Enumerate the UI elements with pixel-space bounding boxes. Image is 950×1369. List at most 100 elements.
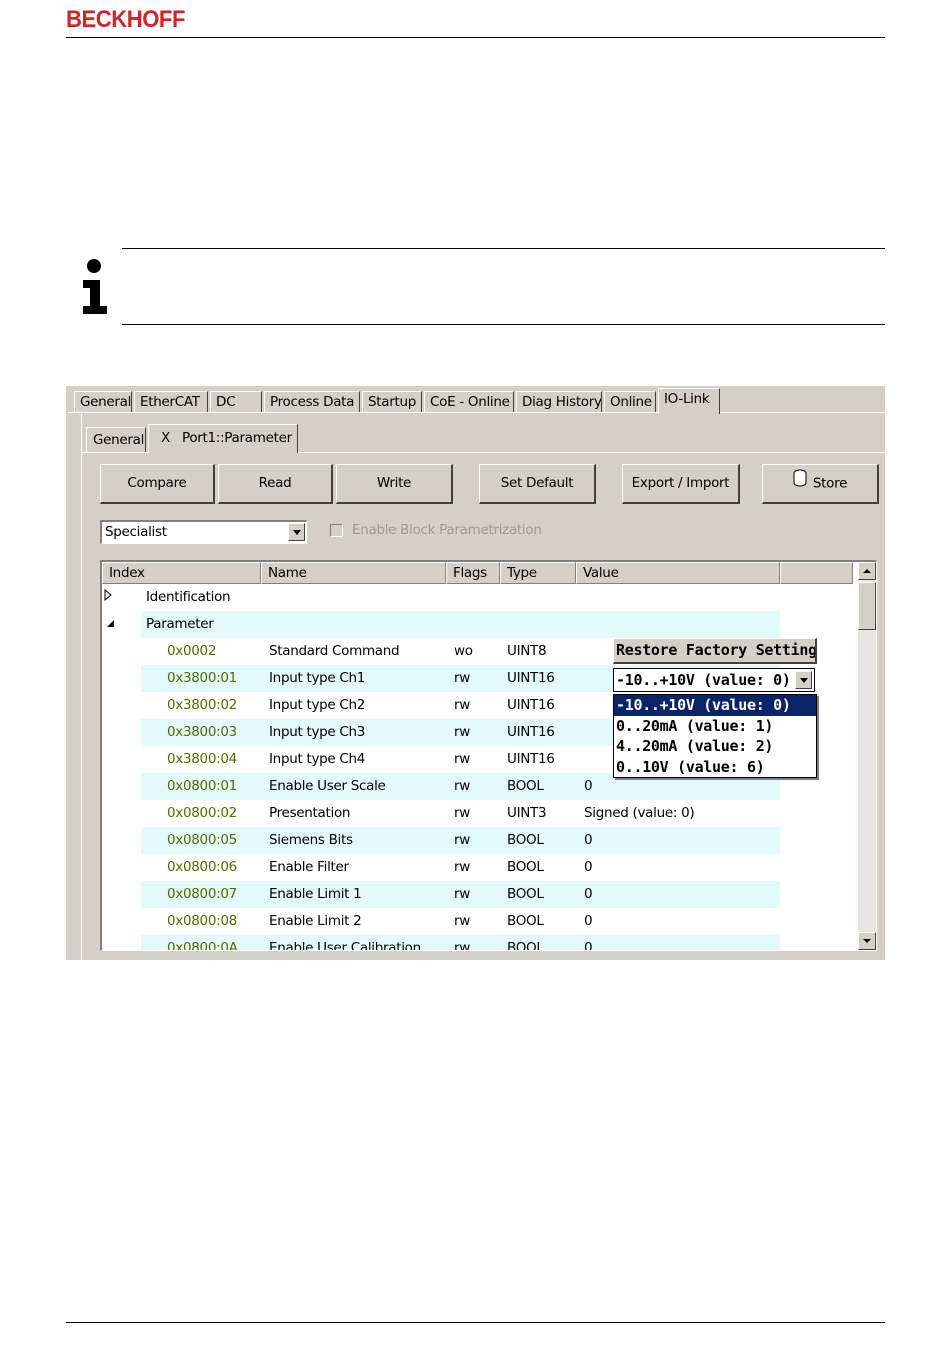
row-type: BOOL xyxy=(507,859,544,875)
footer-rule xyxy=(66,1322,885,1323)
row-value[interactable]: Signed (value: 0) xyxy=(584,800,694,827)
row-name: Enable Limit 2 xyxy=(269,913,362,929)
row-index: 0x3800:02 xyxy=(167,697,237,713)
row-flags: rw xyxy=(454,805,470,821)
scroll-thumb[interactable] xyxy=(858,582,876,630)
database-icon xyxy=(793,465,807,502)
tab-coe-online[interactable]: CoE - Online xyxy=(424,391,514,413)
row-index: 0x3800:01 xyxy=(167,670,237,686)
tab-io-link[interactable]: IO-Link xyxy=(658,388,720,414)
row-type: UINT16 xyxy=(507,751,555,767)
row-flags: rw xyxy=(454,670,470,686)
store-button-label: Store xyxy=(812,475,848,492)
export-import-button[interactable]: Export / Import xyxy=(622,464,740,504)
row-flags: rw xyxy=(454,832,470,848)
tab-bar-line xyxy=(68,412,885,413)
row-flags: rw xyxy=(454,751,470,767)
col-name[interactable]: Name xyxy=(261,562,446,584)
row-type: UINT16 xyxy=(507,697,555,713)
row-name: Input type Ch2 xyxy=(269,697,366,713)
table-row[interactable]: 0x0800:0A Enable User Calibration rw BOO… xyxy=(102,935,853,951)
dropdown-option[interactable]: -10..+10V (value: 0) xyxy=(614,695,816,716)
row-name: Siemens Bits xyxy=(269,832,353,848)
tab-online[interactable]: Online xyxy=(604,391,656,413)
close-icon[interactable]: X xyxy=(161,430,170,446)
table-row[interactable]: 0x0800:06 Enable Filter rw BOOL 0 xyxy=(102,854,853,881)
col-value[interactable]: Value xyxy=(576,562,780,584)
subtab-port1-parameter[interactable]: X Port1::Parameter xyxy=(148,424,298,453)
restore-factory-settings-button[interactable]: Restore Factory Settings xyxy=(613,638,817,664)
tab-general[interactable]: General xyxy=(74,391,132,413)
chevron-down-icon[interactable] xyxy=(288,523,305,541)
row-flags: wo xyxy=(454,643,473,659)
row-value[interactable]: 0 xyxy=(584,935,592,950)
store-button[interactable]: Store xyxy=(762,464,879,504)
parameter-list: Index Name Flags Type Value Identificati… xyxy=(100,560,877,951)
row-type: BOOL xyxy=(507,940,544,951)
expand-right-icon[interactable] xyxy=(104,584,112,611)
table-row[interactable]: 0x0800:05 Siemens Bits rw BOOL 0 xyxy=(102,827,853,854)
compare-button[interactable]: Compare xyxy=(100,464,215,504)
col-type[interactable]: Type xyxy=(500,562,576,584)
row-value[interactable]: 0 xyxy=(584,773,592,800)
tab-process-data[interactable]: Process Data xyxy=(264,391,360,413)
input-type-dropdown: -10..+10V (value: 0) 0..20mA (value: 1) … xyxy=(613,694,817,778)
tab-diag-history[interactable]: Diag History xyxy=(516,391,602,413)
row-value[interactable]: 0 xyxy=(584,881,592,908)
list-header: Index Name Flags Type Value xyxy=(102,562,853,584)
enable-block-param-checkbox[interactable] xyxy=(330,524,343,537)
row-name: Enable Filter xyxy=(269,859,349,875)
row-index: 0x0800:05 xyxy=(167,832,237,848)
row-index: 0x0002 xyxy=(167,643,217,659)
header-rule xyxy=(66,37,885,38)
note-top-rule xyxy=(122,248,885,249)
note-bottom-rule xyxy=(122,324,885,325)
subtab-general[interactable]: General xyxy=(86,427,146,453)
row-index: 0x0800:01 xyxy=(167,778,237,794)
tab-startup[interactable]: Startup xyxy=(362,391,422,413)
chevron-down-icon[interactable] xyxy=(795,671,812,689)
scroll-down-button[interactable] xyxy=(858,932,876,950)
group-row-identification[interactable]: Identification xyxy=(102,584,853,611)
row-value[interactable]: 0 xyxy=(584,854,592,881)
input-type-select[interactable]: -10..+10V (value: 0) xyxy=(613,668,815,692)
col-flags[interactable]: Flags xyxy=(446,562,500,584)
col-filler xyxy=(780,562,853,584)
row-type: BOOL xyxy=(507,913,544,929)
table-row[interactable]: 0x0800:07 Enable Limit 1 rw BOOL 0 xyxy=(102,881,853,908)
scroll-up-button[interactable] xyxy=(858,562,876,580)
row-index: 0x3800:03 xyxy=(167,724,237,740)
row-flags: rw xyxy=(454,778,470,794)
row-index: 0x0800:02 xyxy=(167,805,237,821)
row-name: Enable User Scale xyxy=(269,778,386,794)
row-value[interactable]: 0 xyxy=(584,827,592,854)
row-type: BOOL xyxy=(507,886,544,902)
read-button[interactable]: Read xyxy=(218,464,333,504)
table-row[interactable]: 0x0800:02 Presentation rw UINT3 Signed (… xyxy=(102,800,853,827)
row-type: UINT16 xyxy=(507,724,555,740)
vertical-scrollbar[interactable] xyxy=(858,562,876,950)
row-index: 0x0800:07 xyxy=(167,886,237,902)
collapse-icon[interactable] xyxy=(106,611,115,638)
dropdown-option[interactable]: 4..20mA (value: 2) xyxy=(614,736,816,757)
tab-ethercat[interactable]: EtherCAT xyxy=(134,391,208,413)
dropdown-option[interactable]: 0..20mA (value: 1) xyxy=(614,716,816,737)
row-value[interactable]: 0 xyxy=(584,908,592,935)
group-row-parameter[interactable]: Parameter xyxy=(102,611,853,638)
table-row[interactable]: 0x0800:08 Enable Limit 2 rw BOOL 0 xyxy=(102,908,853,935)
row-name: Enable Limit 1 xyxy=(269,886,362,902)
row-name: Input type Ch1 xyxy=(269,670,366,686)
mode-select[interactable]: Specialist xyxy=(100,520,307,544)
row-index: 0x0800:0A xyxy=(167,940,238,951)
row-type: BOOL xyxy=(507,832,544,848)
info-icon xyxy=(80,258,110,316)
enable-block-param-label: Enable Block Parametrization xyxy=(352,522,542,538)
input-type-select-value: -10..+10V (value: 0) xyxy=(616,671,791,689)
dropdown-option[interactable]: 0..10V (value: 6) xyxy=(614,757,816,778)
group-label: Identification xyxy=(146,589,231,605)
write-button[interactable]: Write xyxy=(336,464,453,504)
col-index[interactable]: Index xyxy=(102,562,261,584)
set-default-button[interactable]: Set Default xyxy=(479,464,596,504)
tab-dc[interactable]: DC xyxy=(210,391,262,413)
row-flags: rw xyxy=(454,940,470,951)
